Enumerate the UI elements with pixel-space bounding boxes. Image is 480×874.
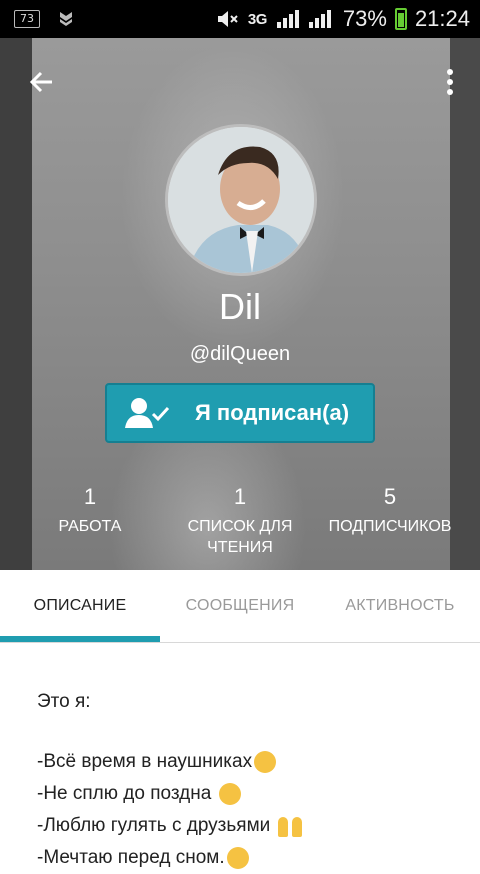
stat-label: ПОДПИСЧИКОВ [328,518,452,535]
stat-label: РАБОТА [58,518,122,535]
profile-tabs: ОПИСАНИЕ СООБЩЕНИЯ АКТИВНОСТЬ [0,570,480,643]
smile-emoji-icon [254,751,277,773]
description-line: -Всё время в наушниках [37,746,457,778]
stat-value: 1 [83,484,97,509]
friends-emoji-icon [277,815,302,837]
follow-button-label: Я подписан(а) [195,400,350,425]
active-tab-indicator [0,636,160,642]
stat-followers[interactable]: 5 ПОДПИСЧИКОВ [320,484,460,537]
stat-label: СПИСОК ДЛЯ ЧТЕНИЯ [187,518,293,556]
mute-icon [217,11,238,27]
profile-name: Dil [219,286,261,327]
description-line: -Люблю гулять с друзьями [37,810,457,842]
user-check-icon [123,396,183,430]
sleeping-emoji-icon [218,783,241,805]
battery-icon [394,8,407,30]
stat-reading-list[interactable]: 1 СПИСОК ДЛЯ ЧТЕНИЯ [175,484,305,558]
more-options-button[interactable] [440,64,460,100]
stat-works[interactable]: 1 РАБОТА [40,484,140,537]
tab-activity[interactable]: АКТИВНОСТЬ [320,570,480,642]
signal-icon [276,10,331,28]
arrow-left-icon [29,71,52,93]
stat-value: 5 [383,484,397,509]
avatar-photo [168,127,314,273]
clock: 21:24 [414,6,470,31]
avatar[interactable] [165,124,317,276]
dreaming-emoji-icon [226,847,249,869]
follow-button[interactable]: Я подписан(а) [105,383,375,443]
stat-value: 1 [233,484,247,509]
description-line: Это я: [37,691,91,712]
battery-percent: 73% [342,6,387,31]
description-line: -Не сплю до поздна [37,778,457,810]
shield-icon [60,12,72,26]
notification-count-icon: 73 [14,10,40,28]
profile-handle: @dilQueen [189,343,291,365]
more-vertical-icon [447,69,453,95]
tab-description[interactable]: ОПИСАНИЕ [0,570,160,642]
back-button[interactable] [22,62,62,102]
network-label: 3G [247,10,268,28]
profile-header: Dil @dilQueen Я подписан(а) 1 РАБОТА 1 С… [0,38,480,570]
profile-description: Это я: -Всё время в наушниках -Не сплю д… [37,686,457,874]
tab-messages[interactable]: СООБЩЕНИЯ [160,570,320,642]
status-bar: 73 3G 73% 21:24 [0,0,480,38]
description-line: -Мечтаю перед сном. [37,842,457,874]
